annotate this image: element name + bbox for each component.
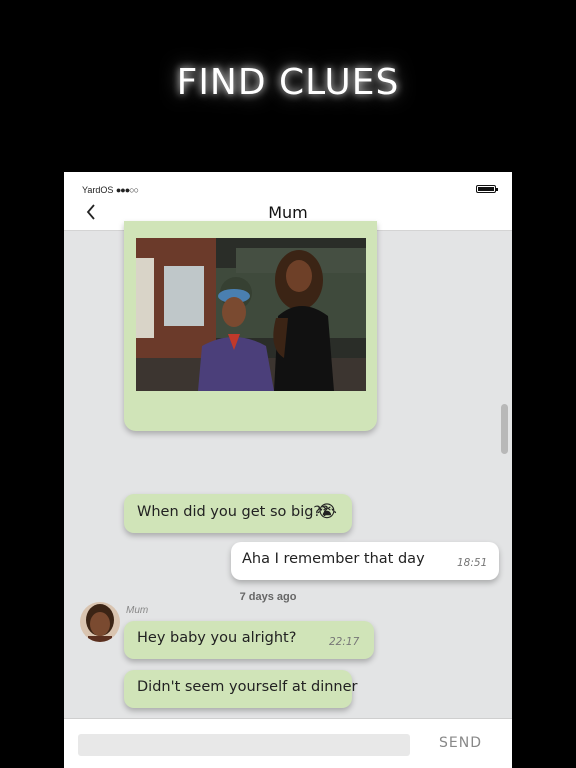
image-message-bubble[interactable]	[124, 221, 377, 431]
crying-face-emoji: 😭	[317, 502, 337, 522]
message-timestamp: 22:17	[329, 636, 360, 648]
message-timestamp: 18:51	[457, 557, 488, 569]
sender-name: Mum	[126, 605, 149, 616]
message-text: Didn't seem yourself at dinner	[137, 679, 358, 695]
incoming-message-bubble[interactable]: Hey baby you alright? 22:17	[124, 621, 374, 659]
promo-headline: FIND CLUES	[176, 62, 400, 103]
message-text: Hey baby you alright?	[137, 630, 297, 646]
message-list[interactable]: When did you get so big?? 😭 Aha I rememb…	[64, 221, 512, 718]
date-divider: 7 days ago	[239, 591, 297, 603]
composer-bar: SEND	[64, 718, 512, 768]
photo-attachment[interactable]	[136, 238, 366, 391]
scrollbar[interactable]	[501, 404, 508, 454]
message-text: Aha I remember that day	[242, 551, 425, 567]
message-input[interactable]	[78, 734, 410, 756]
phone-screen: YardOS ●●●○○ Mum When did you get so big…	[64, 172, 512, 768]
outgoing-message-bubble[interactable]: Aha I remember that day 18:51	[231, 542, 499, 580]
avatar[interactable]	[80, 602, 120, 642]
status-bar: YardOS ●●●○○	[64, 172, 512, 195]
incoming-message-bubble[interactable]: When did you get so big?? 😭	[124, 494, 352, 533]
message-text: When did you get so big??	[137, 504, 329, 520]
send-button[interactable]: SEND	[439, 735, 482, 751]
conversation-title: Mum	[268, 203, 308, 222]
incoming-message-bubble[interactable]: Didn't seem yourself at dinner	[124, 670, 358, 708]
battery-icon	[476, 185, 498, 193]
